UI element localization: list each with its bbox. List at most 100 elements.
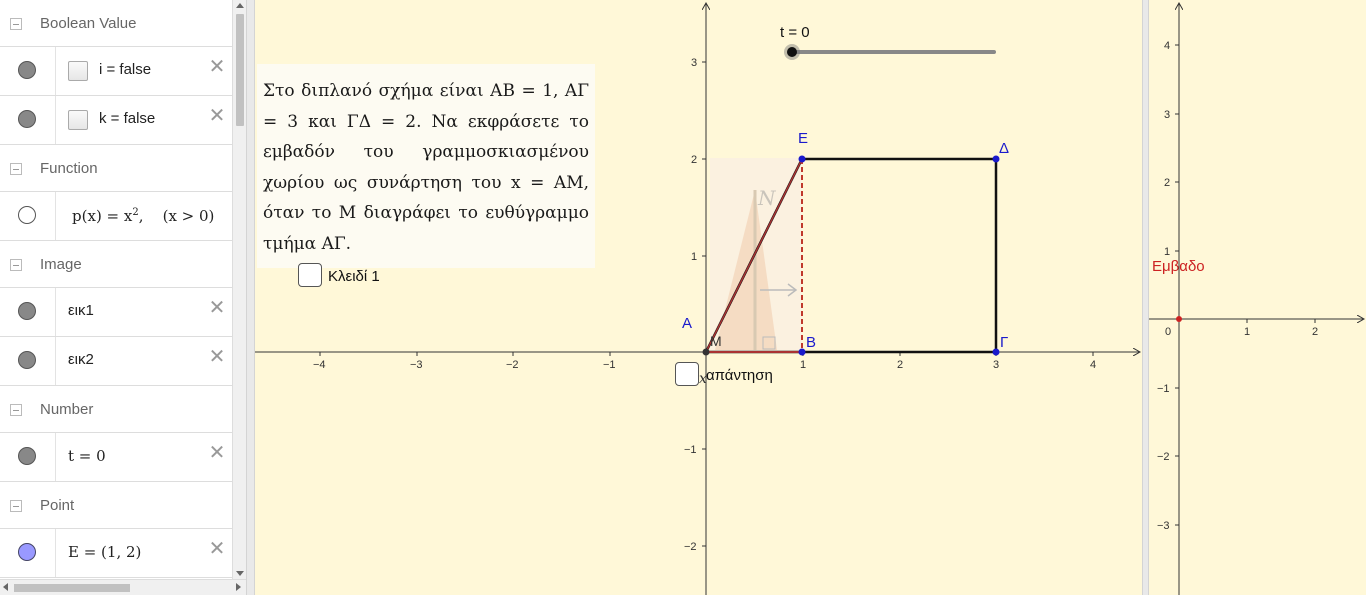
area-point-label: Εμβαδο xyxy=(1152,258,1205,275)
x-tick-label: 1 xyxy=(800,359,806,371)
group-header-point[interactable]: Point xyxy=(0,482,232,529)
delete-icon[interactable]: ✕ xyxy=(208,297,226,317)
point-label-E: E xyxy=(798,130,808,147)
y-tick-label: −1 xyxy=(1157,383,1170,395)
scrollbar-thumb[interactable] xyxy=(236,14,244,126)
checkbox-answer-label: απάντηση xyxy=(706,367,773,384)
algebra-row-k[interactable]: k = false ✕ xyxy=(0,96,232,145)
y-tick-label: 1 xyxy=(691,251,697,263)
delete-icon[interactable]: ✕ xyxy=(208,538,226,558)
visibility-marble-icon[interactable] xyxy=(18,543,36,561)
y-axis-ticks: 3 2 1 −1 −2 xyxy=(684,57,706,553)
scroll-down-icon[interactable] xyxy=(236,571,244,576)
y-tick-label: −1 xyxy=(684,444,697,456)
x-tick-label: 4 xyxy=(1090,359,1096,371)
group-label: Number xyxy=(40,401,94,418)
group-header-boolean[interactable]: Boolean Value xyxy=(0,0,232,47)
graphics-canvas-2[interactable]: 1 2 0 4 3 2 1 −1 −2 −3 Εμβαδο xyxy=(1149,0,1366,595)
slider-knob[interactable] xyxy=(787,47,797,57)
point-Gamma[interactable] xyxy=(992,348,1000,356)
horizontal-scrollbar[interactable] xyxy=(0,579,246,595)
x-tick-label: 1 xyxy=(1244,326,1250,338)
visibility-marble-icon[interactable] xyxy=(18,61,36,79)
collapse-icon[interactable] xyxy=(10,163,22,175)
group-label: Image xyxy=(40,256,82,273)
scroll-right-icon[interactable] xyxy=(236,583,241,591)
y-axis-ticks: 4 3 2 1 −1 −2 −3 xyxy=(1157,40,1179,532)
point-E[interactable] xyxy=(798,155,806,163)
point-label-Delta: Δ xyxy=(999,140,1009,157)
algebra-row-i[interactable]: i = false ✕ xyxy=(0,47,232,96)
collapse-icon[interactable] xyxy=(10,18,22,30)
algebra-row-text: t = 0 xyxy=(68,447,106,465)
group-label: Boolean Value xyxy=(40,15,137,32)
point-label-M: M xyxy=(710,333,722,349)
x-tick-label: −2 xyxy=(506,359,519,371)
x-tick-label: −1 xyxy=(603,359,616,371)
scrollbar-thumb[interactable] xyxy=(14,584,130,592)
group-label: Point xyxy=(40,497,75,514)
view-splitter[interactable] xyxy=(246,0,255,595)
y-tick-label: 2 xyxy=(691,154,697,166)
visibility-marble-icon[interactable] xyxy=(18,447,36,465)
y-tick-label: 3 xyxy=(1164,109,1170,121)
point-label-Gamma: Γ xyxy=(1000,334,1008,351)
area-point[interactable] xyxy=(1176,316,1182,322)
delete-icon[interactable]: ✕ xyxy=(208,442,226,462)
x-tick-label: −3 xyxy=(410,359,423,371)
group-header-number[interactable]: Number xyxy=(0,386,232,433)
x-tick-label: −4 xyxy=(313,359,326,371)
scroll-left-icon[interactable] xyxy=(3,583,8,591)
collapse-icon[interactable] xyxy=(10,404,22,416)
delete-icon[interactable]: ✕ xyxy=(208,105,226,125)
point-label-A: A xyxy=(682,315,692,332)
y-tick-label: −2 xyxy=(684,541,697,553)
algebra-row-text: εικ2 xyxy=(68,351,94,368)
x-tick-label: 2 xyxy=(897,359,903,371)
vertical-scrollbar[interactable] xyxy=(232,0,246,579)
group-header-function[interactable]: Function xyxy=(0,145,232,192)
graphics-view-2[interactable]: 1 2 0 4 3 2 1 −1 −2 −3 Εμβαδο xyxy=(1149,0,1366,595)
y-tick-label: 4 xyxy=(1164,40,1170,52)
origin-label: 0 xyxy=(1165,326,1171,338)
checkbox-key-1[interactable] xyxy=(298,263,322,287)
visibility-marble-icon[interactable] xyxy=(18,302,36,320)
y-tick-label: 3 xyxy=(691,57,697,69)
y-tick-label: 2 xyxy=(1164,177,1170,189)
boolean-checkbox-k[interactable] xyxy=(68,110,88,130)
view-splitter[interactable] xyxy=(1142,0,1149,595)
algebra-row-text: εικ1 xyxy=(68,302,94,319)
visibility-marble-icon[interactable] xyxy=(18,206,36,224)
algebra-row-image2[interactable]: εικ2 ✕ xyxy=(0,337,232,386)
algebra-row-text: k = false xyxy=(99,110,156,127)
algebra-row-t[interactable]: t = 0 ✕ xyxy=(0,433,232,482)
collapse-icon[interactable] xyxy=(10,500,22,512)
point-B[interactable] xyxy=(798,348,806,356)
algebra-row-image1[interactable]: εικ1 ✕ xyxy=(0,288,232,337)
algebra-row-text: i = false xyxy=(99,61,152,78)
graphics-view-1[interactable]: −4 −3 −2 −1 1 2 3 4 3 2 1 −1 −2 N A M B … xyxy=(255,0,1142,595)
boolean-checkbox-i[interactable] xyxy=(68,61,88,81)
x-tick-label: 3 xyxy=(993,359,999,371)
y-tick-label: −3 xyxy=(1157,520,1170,532)
figure-label: N xyxy=(757,186,777,210)
collapse-icon[interactable] xyxy=(10,259,22,271)
slider-label: t = 0 xyxy=(780,24,810,41)
function-definition: p(x) = x2, (x > 0) xyxy=(72,207,215,225)
point-label-B: B xyxy=(806,334,816,351)
algebra-row-text: E = (1, 2) xyxy=(68,543,142,561)
visibility-marble-icon[interactable] xyxy=(18,351,36,369)
checkbox-answer[interactable] xyxy=(675,362,699,386)
group-header-image[interactable]: Image xyxy=(0,241,232,288)
visibility-marble-icon[interactable] xyxy=(18,110,36,128)
checkbox-key-1-label: Κλειδί 1 xyxy=(328,268,380,285)
point-M[interactable] xyxy=(702,348,710,356)
scroll-up-icon[interactable] xyxy=(236,3,244,8)
y-tick-label: −2 xyxy=(1157,451,1170,463)
algebra-row-p[interactable]: p(x) = x2, (x > 0) xyxy=(0,192,232,241)
x-tick-label: 2 xyxy=(1312,326,1318,338)
group-label: Function xyxy=(40,160,98,177)
algebra-row-e[interactable]: E = (1, 2) ✕ xyxy=(0,529,232,578)
delete-icon[interactable]: ✕ xyxy=(208,346,226,366)
delete-icon[interactable]: ✕ xyxy=(208,56,226,76)
